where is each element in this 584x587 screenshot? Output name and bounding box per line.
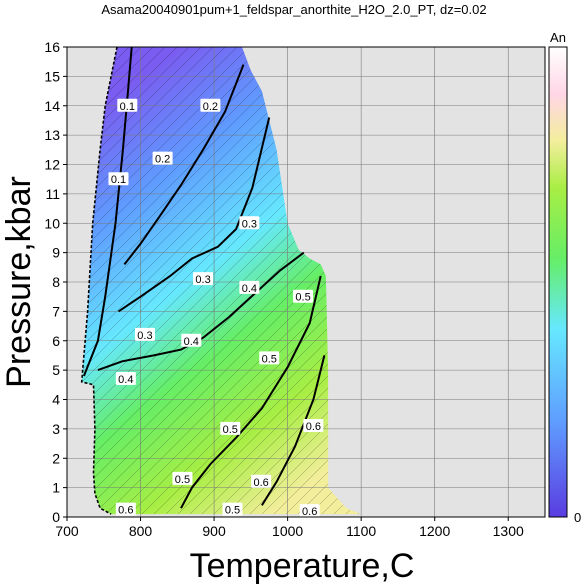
contour-label: 0.4 <box>115 371 136 386</box>
y-tick-label: 12 <box>44 157 60 173</box>
svg-text:0.3: 0.3 <box>137 330 152 342</box>
x-tick-label: 700 <box>55 523 79 539</box>
svg-text:0.6: 0.6 <box>253 477 268 489</box>
y-axis-title: Pressure,kbar <box>0 176 38 388</box>
x-axis-ticks: 700 800 900 1000 1100 1200 1300 <box>55 517 524 539</box>
contour-label: 0.4 <box>181 333 202 348</box>
colorbar-title: An <box>550 30 566 45</box>
svg-text:0.5: 0.5 <box>225 505 240 517</box>
contour-label: 0.6 <box>251 474 272 489</box>
contour-label: 0.2 <box>200 98 221 113</box>
contour-label: 0.6 <box>115 502 136 517</box>
y-axis-ticks: 012345678910111213141516 <box>44 39 67 525</box>
y-tick-label: 7 <box>52 303 60 319</box>
y-tick-label: 6 <box>52 333 60 349</box>
colorbar-min-label: 0 <box>574 510 581 525</box>
svg-text:0.1: 0.1 <box>120 101 135 113</box>
contour-label: 0.5 <box>220 421 241 436</box>
svg-text:0.2: 0.2 <box>203 101 218 113</box>
y-tick-label: 1 <box>52 480 60 496</box>
contour-label: 0.3 <box>239 216 260 230</box>
x-tick-label: 1200 <box>419 523 450 539</box>
svg-text:0.4: 0.4 <box>118 374 133 386</box>
y-tick-label: 11 <box>45 186 60 202</box>
hatch-line <box>571 47 584 517</box>
y-tick-label: 16 <box>44 39 60 55</box>
contour-label: 0.6 <box>299 504 320 518</box>
contour-label: 0.3 <box>134 327 155 342</box>
contour-label: 0.3 <box>193 272 214 286</box>
y-tick-label: 4 <box>52 392 60 408</box>
svg-text:0.4: 0.4 <box>242 283 257 295</box>
x-tick-label: 1300 <box>493 523 524 539</box>
svg-text:0.3: 0.3 <box>195 274 210 286</box>
colorbar <box>548 46 568 518</box>
svg-text:0.6: 0.6 <box>306 421 321 433</box>
svg-text:0.5: 0.5 <box>262 353 277 365</box>
chart-title: Asama20040901pum+1_feldspar_anorthite_H2… <box>101 2 486 17</box>
svg-text:0.5: 0.5 <box>175 474 190 486</box>
y-tick-label: 15 <box>44 68 60 84</box>
y-tick-label: 2 <box>52 450 60 466</box>
x-tick-label: 800 <box>129 523 153 539</box>
contour-label: 0.5 <box>222 502 243 517</box>
y-tick-label: 8 <box>52 274 60 290</box>
contour-label: 0.1 <box>117 98 138 113</box>
contour-label: 0.5 <box>293 289 314 304</box>
y-tick-label: 0 <box>52 509 60 525</box>
y-tick-label: 9 <box>52 245 60 261</box>
svg-text:0.2: 0.2 <box>155 154 170 166</box>
x-tick-label: 900 <box>202 523 226 539</box>
contour-label: 0.5 <box>259 351 280 365</box>
contour-label: 0.6 <box>303 418 324 433</box>
svg-text:0.4: 0.4 <box>184 336 199 348</box>
contour-label: 0.2 <box>152 151 173 166</box>
y-tick-label: 3 <box>52 421 60 437</box>
contour-label: 0.5 <box>172 471 193 486</box>
svg-text:0.6: 0.6 <box>118 505 133 517</box>
x-tick-label: 1100 <box>346 523 376 539</box>
y-tick-label: 5 <box>52 362 60 378</box>
contour-label: 0.1 <box>108 172 129 186</box>
svg-text:0.5: 0.5 <box>295 292 310 304</box>
svg-text:0.3: 0.3 <box>242 218 257 230</box>
y-tick-label: 14 <box>44 98 60 114</box>
y-tick-label: 10 <box>44 215 60 231</box>
x-tick-label: 1000 <box>272 523 303 539</box>
svg-text:0.1: 0.1 <box>111 174 126 186</box>
svg-text:0.5: 0.5 <box>223 424 238 436</box>
x-axis-title: Temperature,C <box>190 547 415 585</box>
chart-svg: Asama20040901pum+1_feldspar_anorthite_H2… <box>0 2 584 585</box>
svg-text:0.6: 0.6 <box>302 506 317 518</box>
y-tick-label: 13 <box>44 127 60 143</box>
contour-label: 0.4 <box>239 280 260 295</box>
